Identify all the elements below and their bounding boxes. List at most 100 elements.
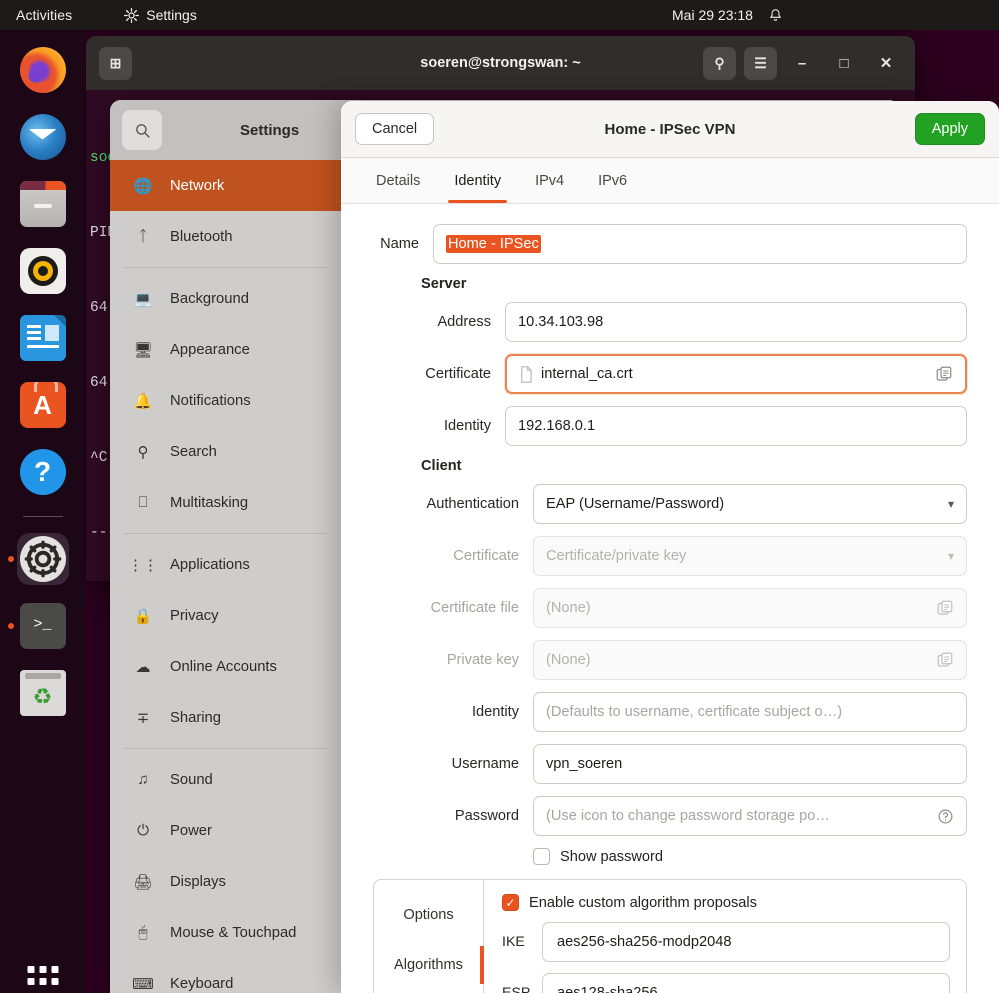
cancel-button[interactable]: Cancel	[355, 113, 435, 145]
minimize-icon[interactable]: –	[785, 46, 819, 80]
terminal-titlebar[interactable]: ⊞ soeren@strongswan: ~ ⚲ ☰ – □ ✕	[86, 36, 915, 90]
settings-sidebar[interactable]: 🌐 Network ᛏ Bluetooth 💻 Background 🖥 App…	[110, 160, 341, 993]
sidebar-item-network[interactable]: 🌐 Network	[110, 160, 341, 211]
show-password-row: Show password	[373, 848, 967, 865]
close-icon[interactable]: ✕	[869, 46, 903, 80]
dock-item-trash[interactable]: ♻	[17, 667, 69, 719]
monitor-icon: 💻	[133, 290, 153, 308]
server-identity-input[interactable]: 192.168.0.1	[505, 406, 967, 446]
client-password-input[interactable]: (Use icon to change password storage po…	[533, 796, 967, 836]
show-password-checkbox[interactable]: Show password	[533, 848, 663, 865]
sidebar-item-privacy[interactable]: 🔒 Privacy	[110, 590, 341, 641]
activities-button[interactable]: Activities	[16, 7, 72, 23]
sidebar-item-bluetooth[interactable]: ᛏ Bluetooth	[110, 211, 341, 262]
client-username-input[interactable]: vpn_soeren	[533, 744, 967, 784]
sidebar-item-displays[interactable]: 🖨 Displays	[110, 856, 341, 907]
options-list-item-options[interactable]: Options	[374, 890, 483, 940]
vpn-settings-dialog[interactable]: Cancel Home - IPSec VPN Apply Details Id…	[341, 101, 999, 993]
terminal-icon: >_	[19, 603, 66, 649]
sidebar-item-search[interactable]: ⚲ Search	[110, 426, 341, 477]
sidebar-item-notifications[interactable]: 🔔 Notifications	[110, 375, 341, 426]
dock-item-rhythmbox[interactable]	[17, 245, 69, 297]
dock-item-ubuntu-software[interactable]: A	[17, 379, 69, 431]
clock-area[interactable]: Mai 29 23:18	[672, 7, 783, 23]
options-list-item-algorithms[interactable]: Algorithms	[374, 940, 484, 990]
esp-input[interactable]: aes128-sha256	[542, 973, 950, 993]
dock-item-help[interactable]: ?	[17, 446, 69, 498]
client-certificate-select: Certificate/private key ▾	[533, 536, 967, 576]
tab-details[interactable]: Details	[361, 158, 435, 203]
dock-item-libreoffice-writer[interactable]	[17, 312, 69, 364]
enable-custom-proposals-checkbox[interactable]: ✓ Enable custom algorithm proposals	[502, 894, 950, 911]
ike-row: IKE aes256-sha256-modp2048	[502, 922, 950, 962]
browse-files-icon[interactable]	[935, 365, 953, 383]
help-circle-icon[interactable]	[937, 808, 954, 825]
tab-ipv4[interactable]: IPv4	[520, 158, 579, 203]
file-icon	[521, 365, 532, 383]
grid-dot	[39, 978, 46, 985]
name-input[interactable]: Home - IPSec	[433, 224, 967, 264]
sidebar-item-applications[interactable]: ⋮⋮ Applications	[110, 539, 341, 590]
app-menu-label: Settings	[146, 7, 197, 23]
sidebar-item-power[interactable]: ⏻ Power	[110, 805, 341, 856]
name-input-value: Home - IPSec	[446, 235, 541, 253]
display-icon: 🖨	[133, 873, 153, 891]
esp-row: ESP aes128-sha256	[502, 973, 950, 993]
dock-item-firefox[interactable]	[17, 44, 69, 96]
client-identity-input[interactable]: (Defaults to username, certificate subje…	[533, 692, 967, 732]
dock-item-settings[interactable]	[7, 533, 69, 585]
sidebar-item-keyboard[interactable]: ⌨ Keyboard	[110, 958, 341, 993]
music-note-icon: ♫	[137, 771, 149, 788]
server-certificate-row: Certificate internal_ca.crt	[373, 354, 967, 394]
client-certificate-file-value: (None)	[546, 600, 591, 616]
client-certificate-value: Certificate/private key	[546, 548, 687, 564]
grid-dot	[51, 966, 58, 973]
tab-identity[interactable]: Identity	[439, 158, 516, 203]
lock-icon: 🔒	[133, 607, 153, 625]
ike-value: aes256-sha256-modp2048	[557, 934, 732, 950]
cloud-icon: ☁	[135, 658, 151, 676]
keyboard-icon: ⌨	[132, 975, 154, 993]
show-applications-button[interactable]	[27, 966, 58, 985]
options-list[interactable]: Options Algorithms	[374, 880, 484, 993]
server-certificate-value: internal_ca.crt	[541, 366, 633, 382]
settings-gear-icon	[19, 536, 66, 582]
apply-button[interactable]: Apply	[914, 113, 985, 145]
sidebar-item-sound[interactable]: ♫ Sound	[110, 754, 341, 805]
sidebar-item-label: Appearance	[170, 341, 250, 358]
chevron-down-icon: ▾	[947, 549, 954, 563]
sidebar-divider	[124, 748, 327, 749]
dock-item-thunderbird[interactable]	[17, 111, 69, 163]
dock-item-terminal[interactable]: >_	[7, 600, 69, 652]
server-identity-value: 192.168.0.1	[518, 418, 596, 434]
dock-item-files[interactable]	[17, 178, 69, 230]
app-menu-button[interactable]: Settings	[124, 7, 197, 23]
settings-search-button[interactable]	[122, 110, 162, 150]
client-authentication-select[interactable]: EAP (Username/Password) ▾	[533, 484, 967, 524]
algorithms-pane: ✓ Enable custom algorithm proposals IKE …	[484, 880, 966, 993]
gear-icon	[124, 7, 140, 23]
client-section-heading: Client	[421, 458, 462, 474]
sidebar-item-label: Network	[170, 177, 225, 194]
sidebar-item-label: Power	[170, 822, 212, 839]
sidebar-item-mouse-touchpad[interactable]: 🖱 Mouse & Touchpad	[110, 907, 341, 958]
server-certificate-input[interactable]: internal_ca.crt	[505, 354, 967, 394]
sidebar-item-appearance[interactable]: 🖥 Appearance	[110, 324, 341, 375]
server-address-input[interactable]: 10.34.103.98	[505, 302, 967, 342]
client-identity-row: Identity (Defaults to username, certific…	[373, 692, 967, 732]
search-icon[interactable]: ⚲	[703, 46, 736, 80]
sidebar-item-background[interactable]: 💻 Background	[110, 273, 341, 324]
checkbox-box	[533, 848, 550, 865]
hamburger-menu-icon[interactable]: ☰	[744, 46, 777, 80]
maximize-icon[interactable]: □	[827, 46, 861, 80]
tab-ipv6[interactable]: IPv6	[583, 158, 642, 203]
client-certificate-file-label: Certificate file	[430, 600, 519, 616]
sidebar-item-label: Privacy	[170, 607, 219, 624]
bell-icon[interactable]	[769, 7, 783, 23]
sidebar-item-multitasking[interactable]: ⎕ Multitasking	[110, 477, 341, 528]
new-tab-icon[interactable]: ⊞	[99, 46, 132, 80]
sidebar-item-online-accounts[interactable]: ☁ Online Accounts	[110, 641, 341, 692]
esp-label: ESP	[502, 985, 531, 993]
sidebar-item-sharing[interactable]: ∓ Sharing	[110, 692, 341, 743]
ike-input[interactable]: aes256-sha256-modp2048	[542, 922, 950, 962]
